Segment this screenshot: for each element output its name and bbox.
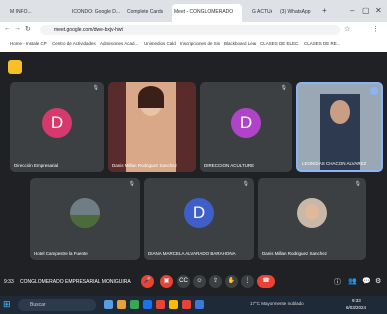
- browser-tab[interactable]: Complete Cards: [125, 5, 169, 19]
- participant-face: [330, 100, 350, 124]
- file-explorer-icon[interactable]: [104, 300, 113, 309]
- speaking-indicator-icon: [370, 87, 378, 95]
- browser-tab[interactable]: ICONDO: Google D...: [70, 5, 120, 19]
- mic-muted-icon: 🎙: [354, 181, 361, 187]
- participant-tile-speaking[interactable]: LEONIDAS CHACON ALVAREZ: [296, 82, 383, 172]
- participant-tile[interactable]: Danis Millan Rodriguez Sanchez: [108, 82, 196, 172]
- participant-tile[interactable]: 🎙 Danis Millan Rodriguez Sanchez: [258, 178, 366, 260]
- participant-name: Danis Millan Rodriguez Sanchez: [112, 163, 178, 168]
- forward-icon[interactable]: →: [14, 25, 21, 32]
- participant-name: Hotel Campestre la Fuente: [34, 251, 88, 256]
- close-window-icon[interactable]: ✕: [375, 6, 382, 15]
- mic-muted-icon: 🎙: [92, 85, 99, 91]
- browser-tab[interactable]: G ACTUAL: [250, 5, 272, 19]
- activities-icon[interactable]: ⚙: [375, 277, 381, 285]
- mic-muted-icon: 🎙: [242, 181, 249, 187]
- bookmark-item[interactable]: CLASES DE RE...: [304, 41, 340, 46]
- taskbar: ⊞ Buscar 17°C Mayormente nublado 9:33 6/…: [0, 296, 387, 314]
- url-field[interactable]: meet.google.com/dwe-bxjv-hwt: [40, 25, 340, 35]
- reload-icon[interactable]: ↻: [25, 25, 31, 33]
- bookmark-item[interactable]: Inscripciones de Sis...: [180, 41, 220, 46]
- address-bar: ← → ↻ meet.google.com/dwe-bxjv-hwt ☆ ⋮: [0, 22, 387, 38]
- app-icon[interactable]: [156, 300, 165, 309]
- meet-logo-icon: [8, 60, 22, 74]
- present-button[interactable]: ⇪: [209, 275, 222, 288]
- mic-muted-icon: 🎙: [280, 85, 287, 91]
- app-icon[interactable]: [169, 300, 178, 309]
- menu-icon[interactable]: ⋮: [372, 25, 379, 33]
- avatar: D: [184, 198, 214, 228]
- app-icon[interactable]: [143, 300, 152, 309]
- bookmark-item[interactable]: CLASES DE ELEC...: [260, 41, 300, 46]
- app-icon[interactable]: [117, 300, 126, 309]
- participant-tile[interactable]: 🎙 D DIANA MARCELA ALVARADO BARAHONA: [144, 178, 254, 260]
- back-icon[interactable]: ←: [4, 25, 11, 32]
- captions-button[interactable]: CC: [177, 275, 190, 288]
- info-icon[interactable]: ⓘ: [334, 277, 341, 287]
- chat-icon[interactable]: 💬: [362, 277, 371, 285]
- participant-name: DIRECCION ACULTURE: [204, 163, 255, 168]
- windows-start-icon[interactable]: ⊞: [3, 299, 11, 310]
- browser-tab-active[interactable]: Meet - CONGLOMERADO: [172, 4, 242, 22]
- raise-hand-button[interactable]: ✋: [225, 275, 238, 288]
- leave-call-button[interactable]: ☎: [257, 275, 275, 288]
- bookmarks-bar: Home - Instale CP Centro de Actividades …: [0, 38, 387, 53]
- mic-muted-icon: 🎙: [128, 181, 135, 187]
- participant-photo: [297, 198, 327, 228]
- participant-hair: [138, 86, 164, 108]
- camera-off-button[interactable]: ▣: [160, 275, 173, 288]
- meeting-title: CONGLOMERADO EMPRESARIAL MONIGUIRA: [20, 279, 131, 285]
- new-tab-icon[interactable]: +: [322, 6, 327, 15]
- people-icon[interactable]: 👥: [348, 277, 357, 285]
- meet-grid: 🎙 D Dirección Empresarial Danis Millan R…: [0, 52, 387, 296]
- reactions-button[interactable]: ☺: [193, 275, 206, 288]
- app-icon[interactable]: [195, 300, 204, 309]
- participant-photo: [70, 198, 100, 228]
- bookmark-item[interactable]: Admisiones Acad...: [100, 41, 140, 46]
- meet-controls: 9:33 CONGLOMERADO EMPRESARIAL MONIGUIRA …: [0, 270, 387, 296]
- participant-name: Dirección Empresarial: [14, 163, 59, 168]
- participant-name: LEONIDAS CHACON ALVAREZ: [302, 161, 367, 166]
- star-icon[interactable]: ☆: [344, 25, 350, 33]
- participant-name: DIANA MARCELA ALVARADO BARAHONA: [148, 251, 236, 256]
- avatar: D: [231, 108, 261, 138]
- meeting-time: 9:33: [4, 279, 14, 285]
- browser-tab[interactable]: (3) WhatsApp: [278, 5, 320, 19]
- participant-tile[interactable]: 🎙 D DIRECCION ACULTURE: [200, 82, 292, 172]
- browser-tab[interactable]: M INFO...: [8, 5, 52, 19]
- bookmark-item[interactable]: Home - Instale CP: [10, 41, 48, 46]
- participant-tile[interactable]: 🎙 D Dirección Empresarial: [10, 82, 104, 172]
- more-options-button[interactable]: ⋮: [241, 275, 254, 288]
- app-icon[interactable]: [130, 300, 139, 309]
- avatar: D: [42, 108, 72, 138]
- bookmark-item[interactable]: Blackboard Learn: [224, 41, 256, 46]
- clock-date[interactable]: 6/03/2024: [346, 305, 366, 310]
- participant-name: Danis Millan Rodriguez Sanchez: [262, 251, 328, 256]
- chrome-icon[interactable]: [182, 300, 191, 309]
- mic-off-button[interactable]: 🎤: [141, 275, 154, 288]
- bookmark-item[interactable]: Centro de Actividades: [52, 41, 96, 46]
- minimize-icon[interactable]: –: [350, 6, 354, 15]
- bookmark-item[interactable]: Unimedios Caldas: [144, 41, 176, 46]
- weather-widget[interactable]: 17°C Mayormente nublado: [250, 301, 304, 306]
- clock-time[interactable]: 9:33: [352, 298, 361, 303]
- browser-tab-bar: M INFO... ICONDO: Google D... Complete C…: [0, 0, 387, 22]
- maximize-icon[interactable]: ▢: [362, 6, 370, 15]
- participant-tile[interactable]: 🎙 Hotel Campestre la Fuente: [30, 178, 140, 260]
- taskbar-search[interactable]: Buscar: [18, 299, 96, 311]
